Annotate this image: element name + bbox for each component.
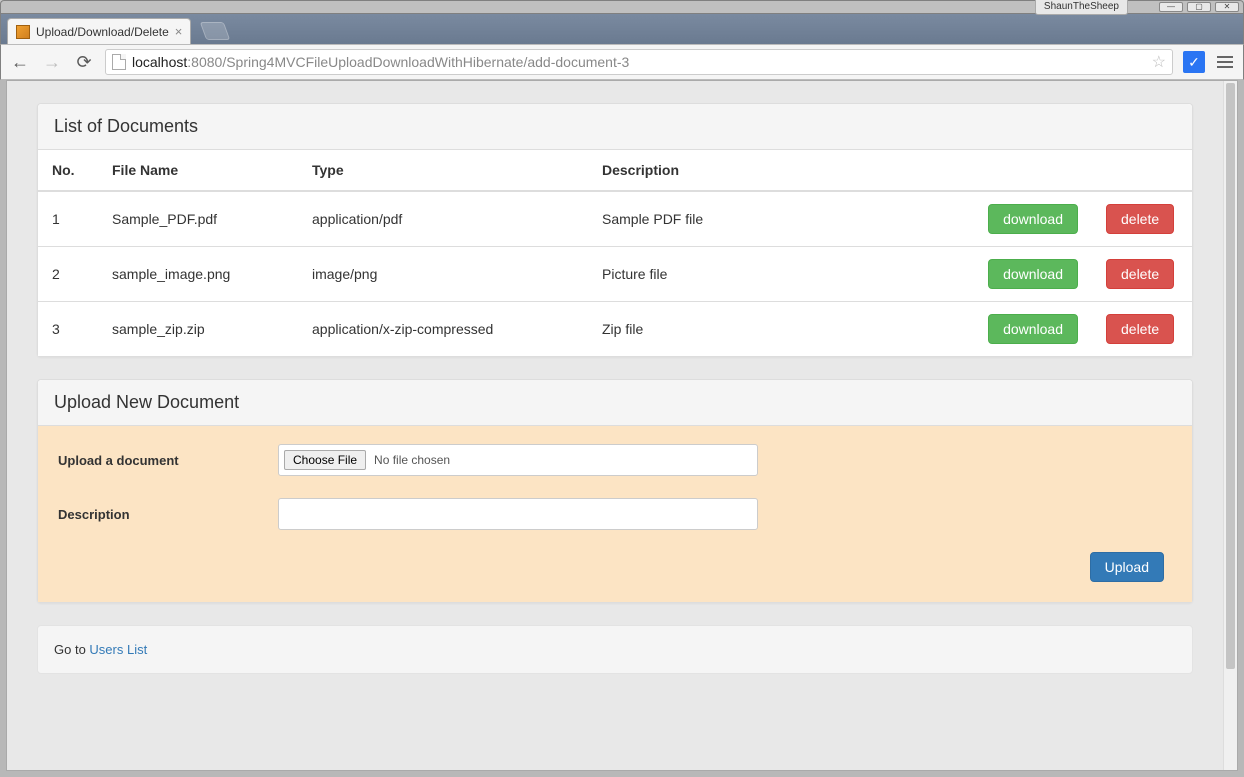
back-button[interactable]: ← [9,52,31,73]
footer-well: Go to Users List [37,625,1193,674]
col-header-no: No. [38,150,98,191]
bookmark-star-icon[interactable]: ☆ [1152,52,1166,72]
upload-button[interactable]: Upload [1090,552,1164,582]
os-app-name: ShaunTheSheep [1035,0,1128,15]
browser-tab-title: Upload/Download/Delete [36,25,169,39]
cell-no: 1 [38,191,98,247]
download-button[interactable]: download [988,204,1078,234]
file-input[interactable]: Choose File No file chosen [278,444,758,476]
browser-tab-strip: Upload/Download/Delete × [0,14,1244,44]
page-icon [112,54,126,70]
cell-name: sample_zip.zip [98,302,298,357]
window-maximize-button[interactable]: ▢ [1187,2,1211,12]
file-label: Upload a document [58,453,278,468]
documents-heading: List of Documents [38,104,1192,150]
upload-panel: Upload New Document Upload a document Ch… [37,379,1193,603]
browser-toolbar: ← → ⟳ localhost:8080/Spring4MVCFileUploa… [0,44,1244,80]
delete-button[interactable]: delete [1106,259,1174,289]
cell-name: sample_image.png [98,247,298,302]
file-chosen-text: No file chosen [374,453,450,467]
col-header-type: Type [298,150,588,191]
documents-table: No. File Name Type Description 1 [38,150,1192,356]
extension-icon[interactable]: ✓ [1183,51,1205,73]
os-titlebar: ShaunTheSheep — ▢ ✕ [0,0,1244,14]
cell-desc: Sample PDF file [588,191,974,247]
url-bar[interactable]: localhost:8080/Spring4MVCFileUploadDownl… [105,49,1173,75]
page-viewport: List of Documents No. File Name Type Des… [6,80,1238,771]
cell-no: 2 [38,247,98,302]
cell-type: image/png [298,247,588,302]
footer-prefix: Go to [54,642,89,657]
cell-name: Sample_PDF.pdf [98,191,298,247]
description-label: Description [58,507,278,522]
hamburger-menu-icon[interactable] [1215,56,1235,68]
download-button[interactable]: download [988,314,1078,344]
download-button[interactable]: download [988,259,1078,289]
favicon-icon [16,25,30,39]
documents-panel: List of Documents No. File Name Type Des… [37,103,1193,357]
scrollbar-thumb[interactable] [1226,83,1235,669]
window-minimize-button[interactable]: — [1159,2,1183,12]
table-row: 3 sample_zip.zip application/x-zip-compr… [38,302,1192,357]
upload-heading: Upload New Document [38,380,1192,426]
forward-button[interactable]: → [41,52,63,73]
col-header-desc: Description [588,150,974,191]
cell-desc: Zip file [588,302,974,357]
new-tab-button[interactable] [200,22,231,40]
cell-type: application/pdf [298,191,588,247]
url-path: /Spring4MVCFileUploadDownloadWithHiberna… [222,54,629,70]
reload-button[interactable]: ⟳ [73,52,95,73]
vertical-scrollbar[interactable] [1223,81,1237,770]
choose-file-button[interactable]: Choose File [284,450,366,470]
url-port: :8080 [187,54,222,70]
users-list-link[interactable]: Users List [89,642,147,657]
url-host: localhost [132,54,187,70]
table-row: 2 sample_image.png image/png Picture fil… [38,247,1192,302]
col-header-name: File Name [98,150,298,191]
window-close-button[interactable]: ✕ [1215,2,1239,12]
delete-button[interactable]: delete [1106,204,1174,234]
browser-tab[interactable]: Upload/Download/Delete × [7,18,191,44]
table-row: 1 Sample_PDF.pdf application/pdf Sample … [38,191,1192,247]
tab-close-icon[interactable]: × [175,24,183,39]
delete-button[interactable]: delete [1106,314,1174,344]
cell-no: 3 [38,302,98,357]
cell-type: application/x-zip-compressed [298,302,588,357]
cell-desc: Picture file [588,247,974,302]
description-input[interactable] [278,498,758,530]
